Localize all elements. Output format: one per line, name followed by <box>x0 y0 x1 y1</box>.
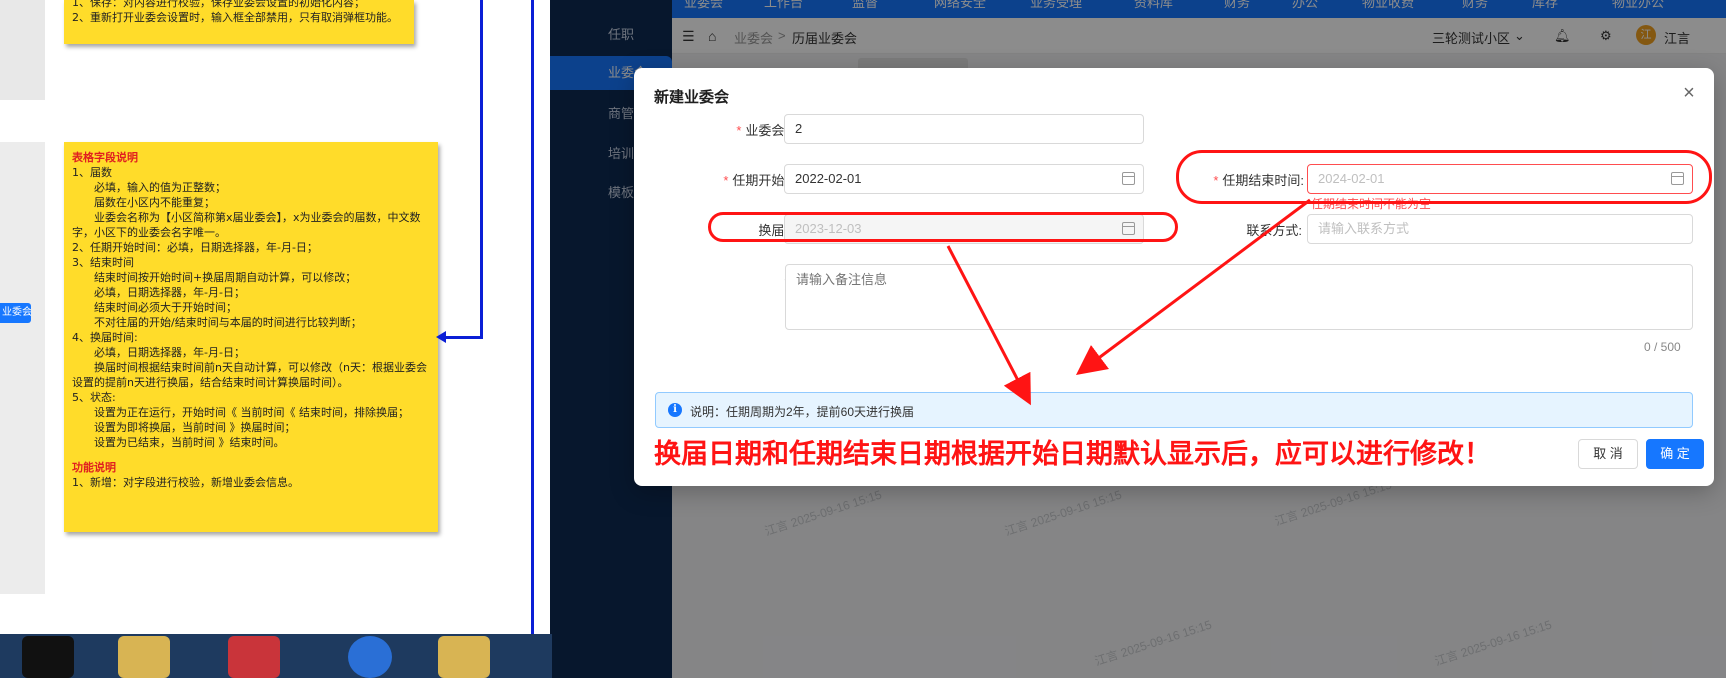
close-icon[interactable]: × <box>1678 82 1700 104</box>
info-text: 说明：任期周期为2年，提前60天进行换届 <box>690 405 915 419</box>
field-description-note: 表格字段说明 1、届数 必填，输入的值为正整数； 届数在小区内不能重复； 业委会… <box>64 142 438 532</box>
doc-preview-panel <box>0 0 45 100</box>
note-line: 1、保存：对内容进行校验，保存业委会设置的初始化内容； <box>72 0 365 9</box>
note-line: 2、重新打开业委会设置时，输入框全部禁用，只有取消弹框功能。 <box>72 11 398 24</box>
session-input[interactable]: 2 <box>784 114 1144 144</box>
connector-line <box>446 336 483 339</box>
pycharm-icon[interactable] <box>22 636 74 678</box>
confirm-button[interactable]: 确 定 <box>1646 439 1704 469</box>
review-annotation: 换届日期和任期结束日期根据开始日期默认显示后，应可以进行修改！ <box>654 439 1491 470</box>
design-doc-window: 业委会 1、保存：对内容进行校验，保存业委会设置的初始化内容； 2、重新打开业委… <box>0 0 608 636</box>
note-line: 5、状态: <box>72 391 116 404</box>
remark-counter: 0 / 500 <box>1644 340 1681 354</box>
note-line: 必填，输入的值为正整数； <box>94 181 226 194</box>
modal-title: 新建业委会 <box>654 89 730 106</box>
calendar-icon <box>1122 172 1135 185</box>
note-line: 必填，日期选择器，年-月-日； <box>94 286 245 299</box>
preview-button: 业委会 <box>0 303 31 323</box>
annotation-oval-change-date <box>708 212 1178 242</box>
annotation-oval-end-date <box>1176 150 1712 204</box>
note-line: 必填，日期选择器，年-月-日； <box>94 346 245 359</box>
create-committee-modal: 新建业委会 × * 业委会届数: 2 * 任期开始时间: 2022-02-01 * 任… <box>634 68 1714 486</box>
note-line: 结束时间按开始时间+换届周期自动计算，可以修改； <box>94 271 357 284</box>
folder-icon[interactable] <box>438 636 490 678</box>
connector-line <box>480 77 483 337</box>
cancel-button[interactable]: 取 消 <box>1578 439 1638 469</box>
note-line: 业委会名称为【小区简称第x届业委会】，x为业委会的届数，中文数字，小区下的业委会… <box>72 211 421 239</box>
doc-preview-panel-2: 业委会 <box>0 142 45 594</box>
top-sticky-note: 1、保存：对内容进行校验，保存业委会设置的初始化内容； 2、重新打开业委会设置时… <box>64 0 414 44</box>
connector-line <box>480 0 483 77</box>
note-heading: 功能说明 <box>72 461 116 474</box>
arrow-head-icon <box>436 331 446 343</box>
note-line: 设置为已结束，当前时间 》结束时间。 <box>94 436 285 449</box>
remark-textarea[interactable] <box>785 264 1693 330</box>
folder-icon[interactable] <box>118 636 170 678</box>
note-line: 设置为即将换届，当前时间 》换届时间； <box>94 421 296 434</box>
note-line: 3、结束时间 <box>72 256 134 269</box>
presentation-app-icon[interactable] <box>228 636 280 678</box>
start-date-picker[interactable]: 2022-02-01 <box>784 164 1144 194</box>
info-icon: i <box>668 403 682 417</box>
ie-browser-icon[interactable] <box>348 636 392 678</box>
info-alert: i 说明：任期周期为2年，提前60天进行换届 <box>655 392 1693 428</box>
contact-label: 联系方式: <box>1246 223 1302 238</box>
note-line: 2、任期开始时间：必填，日期选择器，年-月-日； <box>72 241 318 254</box>
note-line: 1、届数 <box>72 166 112 179</box>
divider-line <box>531 0 534 636</box>
note-line: 1、新增：对字段进行校验，新增业委会信息。 <box>72 476 299 489</box>
note-line: 不对往届的开始/结束时间与本届的时间进行比较判断； <box>94 316 362 329</box>
contact-input[interactable]: 请输入联系方式 <box>1307 214 1693 244</box>
note-line: 结束时间必须大于开始时间； <box>94 301 237 314</box>
note-line: 届数在小区内不能重复； <box>94 196 215 209</box>
note-line: 4、换届时间: <box>72 331 138 344</box>
note-line: 换届时间根据结束时间前n天自动计算，可以修改（n天：根据业委会设置的提前n天进行… <box>72 361 427 389</box>
note-heading: 表格字段说明 <box>72 151 138 164</box>
note-line: 设置为正在运行，开始时间《 当前时间《 结束时间，排除换届； <box>94 406 409 419</box>
